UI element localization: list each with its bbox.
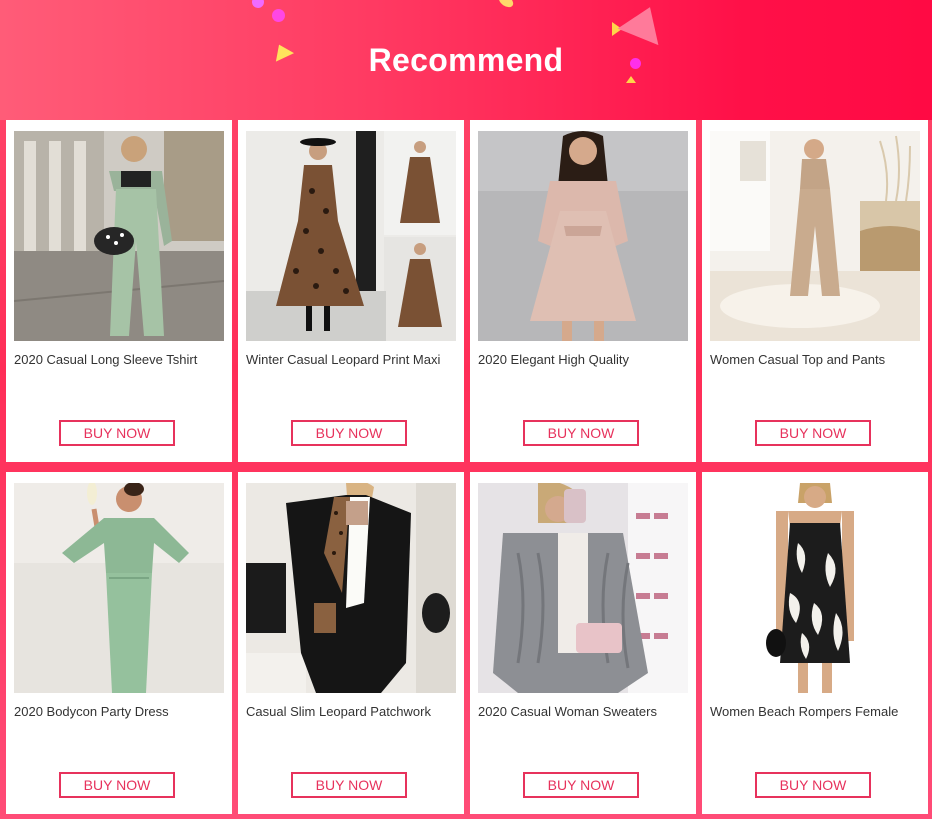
product-card[interactable]: Casual Slim Leopard Patchwork BUY NOW [238, 472, 464, 814]
confetti-triangle [617, 0, 671, 46]
buy-now-button[interactable]: BUY NOW [59, 772, 175, 798]
product-name[interactable]: 2020 Elegant High Quality [478, 352, 690, 367]
product-image[interactable] [478, 131, 688, 341]
product-image[interactable] [478, 483, 688, 693]
buy-now-button[interactable]: BUY NOW [291, 772, 407, 798]
product-name[interactable]: Women Casual Top and Pants [710, 352, 922, 367]
confetti-dot [496, 0, 516, 10]
product-name[interactable]: 2020 Casual Long Sleeve Tshirt [14, 352, 226, 367]
product-image[interactable] [246, 483, 456, 693]
product-image[interactable] [710, 131, 920, 341]
product-card[interactable]: Winter Casual Leopard Print Maxi BUY NOW [238, 120, 464, 462]
product-image[interactable] [246, 131, 456, 341]
product-card[interactable]: 2020 Casual Woman Sweaters BUY NOW [470, 472, 696, 814]
product-name[interactable]: Winter Casual Leopard Print Maxi [246, 352, 458, 367]
recommend-banner: Recommend [0, 0, 932, 120]
product-card[interactable]: 2020 Elegant High Quality BUY NOW [470, 120, 696, 462]
product-card[interactable]: 2020 Bodycon Party Dress BUY NOW [6, 472, 232, 814]
product-name[interactable]: 2020 Bodycon Party Dress [14, 704, 226, 719]
buy-now-button[interactable]: BUY NOW [59, 420, 175, 446]
product-image[interactable] [14, 131, 224, 341]
confetti-dot [272, 9, 285, 22]
section-title: Recommend [368, 42, 564, 78]
buy-now-button[interactable]: BUY NOW [755, 420, 871, 446]
buy-now-button[interactable]: BUY NOW [291, 420, 407, 446]
product-card[interactable]: 2020 Casual Long Sleeve Tshirt BUY NOW [6, 120, 232, 462]
buy-now-button[interactable]: BUY NOW [523, 772, 639, 798]
buy-now-button[interactable]: BUY NOW [523, 420, 639, 446]
product-image[interactable] [710, 483, 920, 693]
product-name[interactable]: Women Beach Rompers Female [710, 704, 922, 719]
product-name[interactable]: 2020 Casual Woman Sweaters [478, 704, 690, 719]
product-card[interactable]: Women Casual Top and Pants BUY NOW [702, 120, 928, 462]
buy-now-button[interactable]: BUY NOW [755, 772, 871, 798]
confetti-dot [252, 0, 264, 8]
product-grid: 2020 Casual Long Sleeve Tshirt BUY NOW W… [6, 120, 928, 814]
product-name[interactable]: Casual Slim Leopard Patchwork [246, 704, 458, 719]
product-image[interactable] [14, 483, 224, 693]
product-card[interactable]: Women Beach Rompers Female BUY NOW [702, 472, 928, 814]
